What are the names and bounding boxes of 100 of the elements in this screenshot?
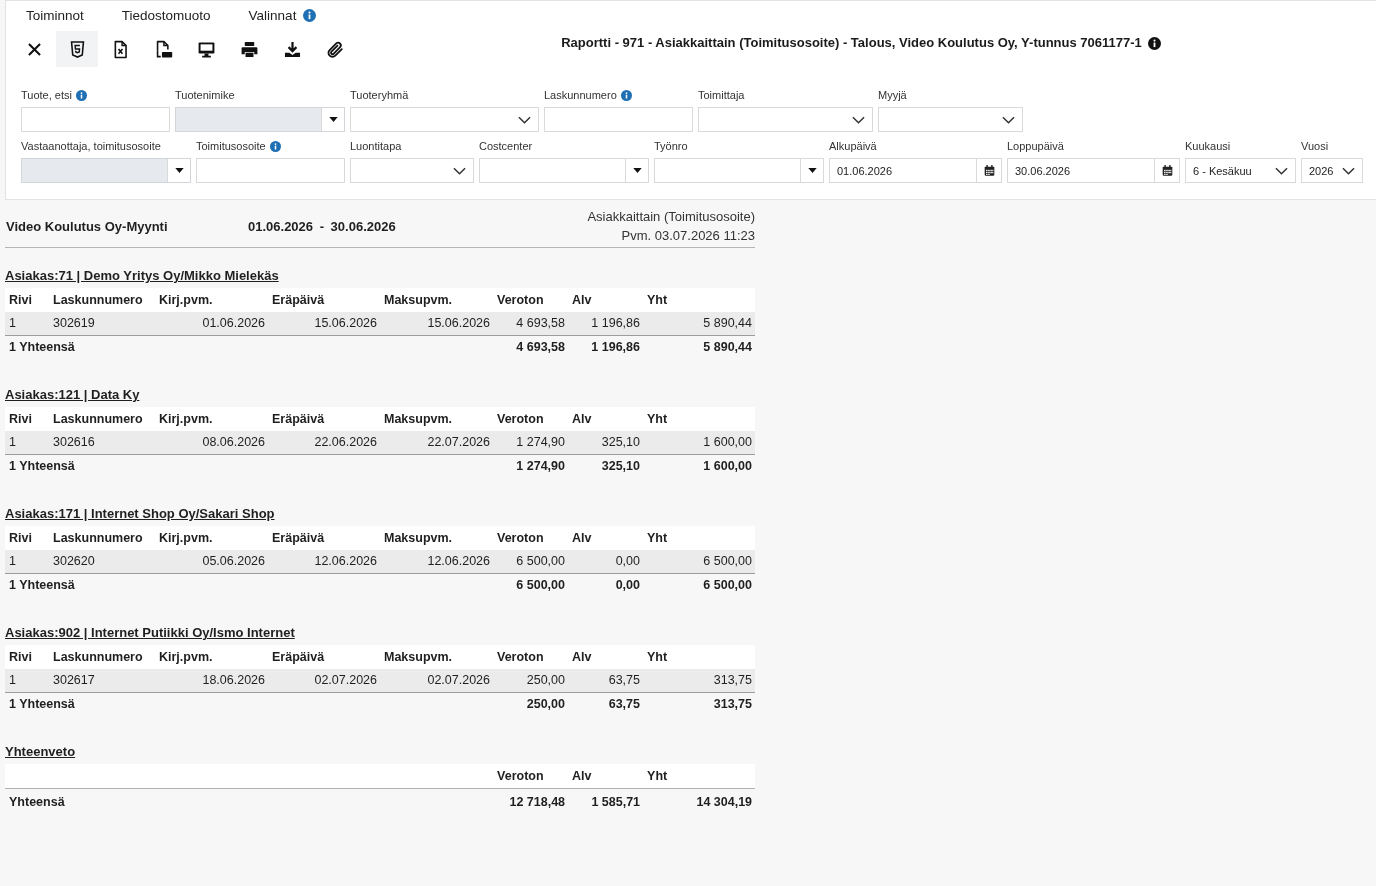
total-cell: 250,00 — [493, 692, 568, 716]
table-cell: 313,75 — [643, 669, 755, 692]
html-button[interactable] — [56, 31, 98, 67]
total-cell: 1 585,71 — [568, 788, 644, 815]
total-cell: 1 274,90 — [493, 454, 568, 478]
table-cell: 1 196,86 — [568, 312, 643, 335]
table-cell: 15.06.2026 — [268, 312, 380, 335]
column-header: Alv — [568, 407, 643, 431]
total-cell: 12 718,48 — [493, 788, 569, 815]
chevron-down-icon — [518, 115, 531, 124]
chevron-down-icon — [1275, 166, 1288, 175]
dropdown-field[interactable] — [350, 158, 474, 183]
text-field[interactable] — [21, 107, 170, 132]
company-title: Video Koulutus Oy-Myynti — [5, 218, 168, 234]
chevron-down-icon — [1002, 115, 1015, 124]
table-cell: 1 274,90 — [493, 431, 568, 454]
total-label: 1 Yhteensä — [5, 692, 493, 716]
field-label: Kuukausi — [1185, 140, 1231, 152]
table-cell: 302616 — [49, 431, 155, 454]
column-header: Alv — [568, 526, 643, 550]
total-cell: 63,75 — [568, 692, 643, 716]
table-cell: 0,00 — [568, 550, 643, 573]
report-title: Raportti - 971 - Asiakkaittain (Toimitusosoite) - Talous, Video Koulutus Oy, Y-tunnus 7061177-1 — [561, 35, 1142, 51]
column-header: Laskunnumero — [49, 407, 155, 431]
date-field[interactable]: 30.06.2026 — [1007, 158, 1180, 183]
printer-icon — [239, 39, 259, 59]
column-header: Kirj.pvm. — [155, 645, 268, 669]
field-label: Luontitapa — [350, 140, 402, 152]
combo-field[interactable] — [479, 158, 649, 183]
dropdown-field[interactable] — [698, 107, 873, 132]
table-cell: 05.06.2026 — [155, 550, 268, 573]
column-header: Laskunnumero — [49, 526, 155, 550]
column-header: Veroton — [493, 645, 568, 669]
menu-item[interactable]: Toiminnot — [26, 7, 84, 23]
column-header: Maksupvm. — [380, 645, 493, 669]
menu-item[interactable]: Valinnat — [248, 7, 297, 23]
date-field[interactable]: 01.06.2026 — [829, 158, 1002, 183]
dropdown-field[interactable]: 6 - Kesäkuu — [1185, 158, 1296, 183]
column-header: Eräpäivä — [268, 645, 380, 669]
combo-field[interactable] — [654, 158, 824, 183]
column-header: Eräpäivä — [268, 288, 380, 312]
column-header: Veroton — [493, 407, 568, 431]
column-header: Laskunnumero — [49, 645, 155, 669]
field-label: Tuote, etsi — [21, 89, 72, 101]
table-cell: 12.06.2026 — [380, 550, 493, 573]
total-label: 1 Yhteensä — [5, 573, 493, 597]
field-label: Tuoteryhmä — [350, 89, 409, 101]
summary-heading: Yhteenveto — [5, 743, 76, 761]
total-cell: 14 304,19 — [643, 788, 756, 815]
info-icon[interactable] — [1147, 36, 1161, 50]
table-cell: 250,00 — [493, 669, 568, 692]
column-header: Veroton — [493, 526, 568, 550]
dropdown-field[interactable]: 2026 — [1301, 158, 1363, 183]
print-date: Pvm. 03.07.2026 11:23 — [621, 227, 755, 245]
table-cell: 08.06.2026 — [155, 431, 268, 454]
table-cell: 1 — [5, 312, 49, 335]
calendar-icon — [983, 165, 995, 176]
total-label: Yhteensä — [5, 788, 494, 815]
customer-heading: Asiakas:71 | Demo Yritys Oy/Mikko Mielekäs — [5, 267, 279, 285]
column-header: Rivi — [5, 526, 49, 550]
total-cell: 4 693,58 — [493, 335, 568, 359]
table-cell: 6 500,00 — [643, 550, 755, 573]
monitor-icon — [196, 39, 216, 59]
total-cell: 6 500,00 — [643, 573, 755, 597]
field-label: Costcenter — [479, 140, 533, 152]
field-label: Myyjä — [878, 89, 907, 101]
chevron-down-icon — [1342, 166, 1355, 175]
field-label: Työnro — [654, 140, 688, 152]
table-cell: 18.06.2026 — [155, 669, 268, 692]
field-label: Toimittaja — [698, 89, 745, 101]
column-header: Maksupvm. — [380, 526, 493, 550]
text-field[interactable] — [196, 158, 345, 183]
column-header: Alv — [568, 764, 644, 788]
field-label: Vastaanottaja, toimitusosoite — [21, 140, 161, 152]
customer-heading: Asiakas:171 | Internet Shop Oy/Sakari Shop — [5, 505, 275, 523]
report-type: Asiakkaittain (Toimitusosoite) — [587, 208, 755, 226]
total-cell: 1 196,86 — [568, 335, 643, 359]
column-header: Kirj.pvm. — [155, 526, 268, 550]
column-header: Eräpäivä — [268, 407, 380, 431]
column-header: Yht — [643, 288, 755, 312]
total-cell: 6 500,00 — [493, 573, 568, 597]
column-header: Veroton — [493, 764, 569, 788]
date-range: 01.06.2026 - 30.06.2026 — [248, 218, 396, 234]
column-header: Kirj.pvm. — [155, 288, 268, 312]
total-cell: 325,10 — [568, 454, 643, 478]
text-field[interactable] — [544, 107, 693, 132]
caret-down-icon — [174, 168, 184, 173]
menu-item[interactable]: Tiedostomuoto — [121, 7, 211, 23]
column-header: Eräpäivä — [268, 526, 380, 550]
column-header: Veroton — [493, 288, 568, 312]
column-header: Rivi — [5, 645, 49, 669]
table-cell: 22.06.2026 — [268, 431, 380, 454]
table-cell: 02.07.2026 — [268, 669, 380, 692]
dropdown-field[interactable] — [878, 107, 1023, 132]
table-cell: 302617 — [49, 669, 155, 692]
dropdown-field[interactable] — [350, 107, 539, 132]
table-cell: 15.06.2026 — [380, 312, 493, 335]
field-label: Vuosi — [1301, 140, 1329, 152]
customer-heading: Asiakas:902 | Internet Putiikki Oy/Ismo Internet — [5, 624, 295, 642]
column-header: Alv — [568, 645, 643, 669]
